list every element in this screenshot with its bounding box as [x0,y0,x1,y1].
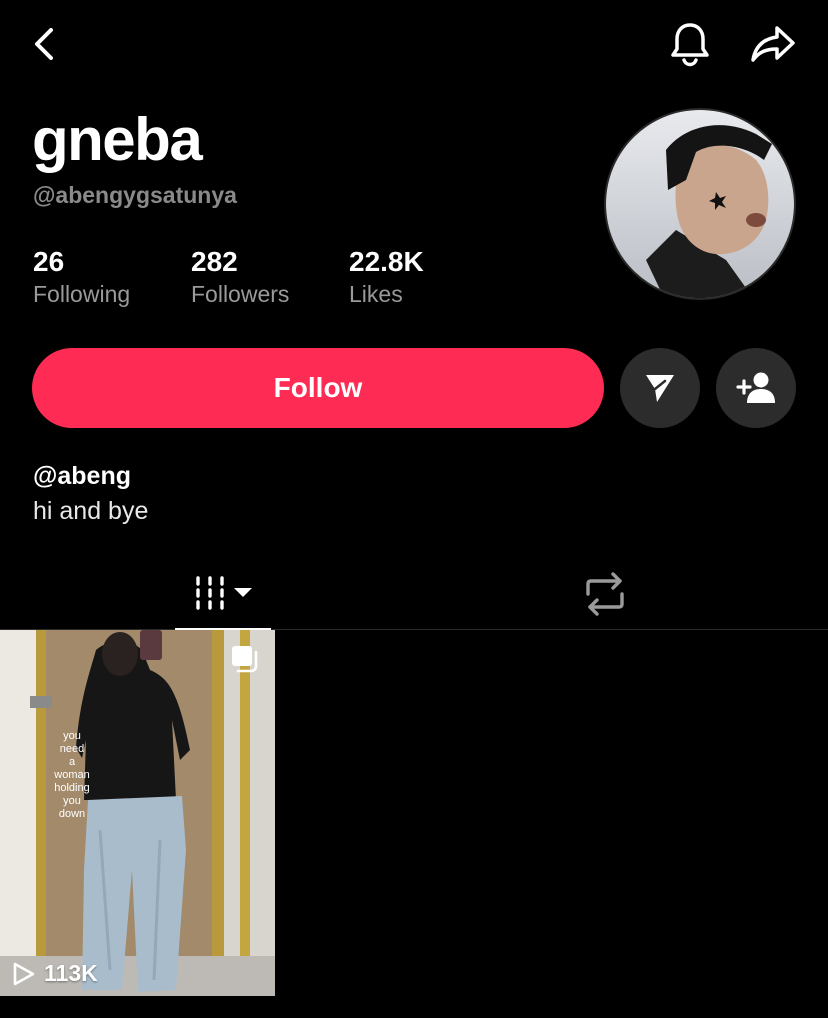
followers-label: Followers [191,281,290,307]
message-button[interactable] [620,348,700,428]
bell-icon [671,23,709,67]
bio-handle[interactable]: @abeng [33,462,131,491]
share-button[interactable] [748,20,798,68]
avatar-image [606,110,794,298]
grid-icon [196,576,252,610]
likes-count: 22.8K [349,246,424,277]
play-icon [13,962,35,985]
back-button[interactable] [22,22,66,66]
following-label: Following [33,281,131,307]
bio-text: hi and bye [33,497,149,525]
likes-stat[interactable]: 22.8K Likes [349,244,424,308]
profile-stats: 26 Following 282 Followers 22.8K Likes [33,244,424,308]
add-user-icon [736,372,775,403]
avatar[interactable] [604,108,796,300]
username: @abengygsatunya [33,182,237,208]
chevron-left-icon [35,28,53,60]
followers-count: 282 [191,246,238,277]
followers-stat[interactable]: 282 Followers [191,244,349,308]
display-name: gneba [32,106,203,173]
following-stat[interactable]: 26 Following [33,244,191,308]
photo-carousel-icon [232,646,258,673]
view-count: 113K [12,960,98,987]
video-thumbnail[interactable]: you need a woman holding you down 113K [0,630,275,996]
thumbnail-image [0,630,275,996]
tab-videos[interactable] [175,556,271,631]
likes-label: Likes [349,281,403,307]
repost-icon [586,572,624,616]
notifications-button[interactable] [666,20,714,68]
top-bar [0,0,828,90]
profile-tabs [0,556,828,631]
video-caption: you need a woman holding you down [54,730,90,820]
add-friend-button[interactable] [716,348,796,428]
following-count: 26 [33,246,65,277]
follow-button[interactable]: Follow [32,348,604,428]
share-arrow-icon [751,26,795,62]
send-icon [646,375,674,402]
tab-reposts[interactable] [570,564,640,624]
view-count-text: 113K [44,960,98,986]
